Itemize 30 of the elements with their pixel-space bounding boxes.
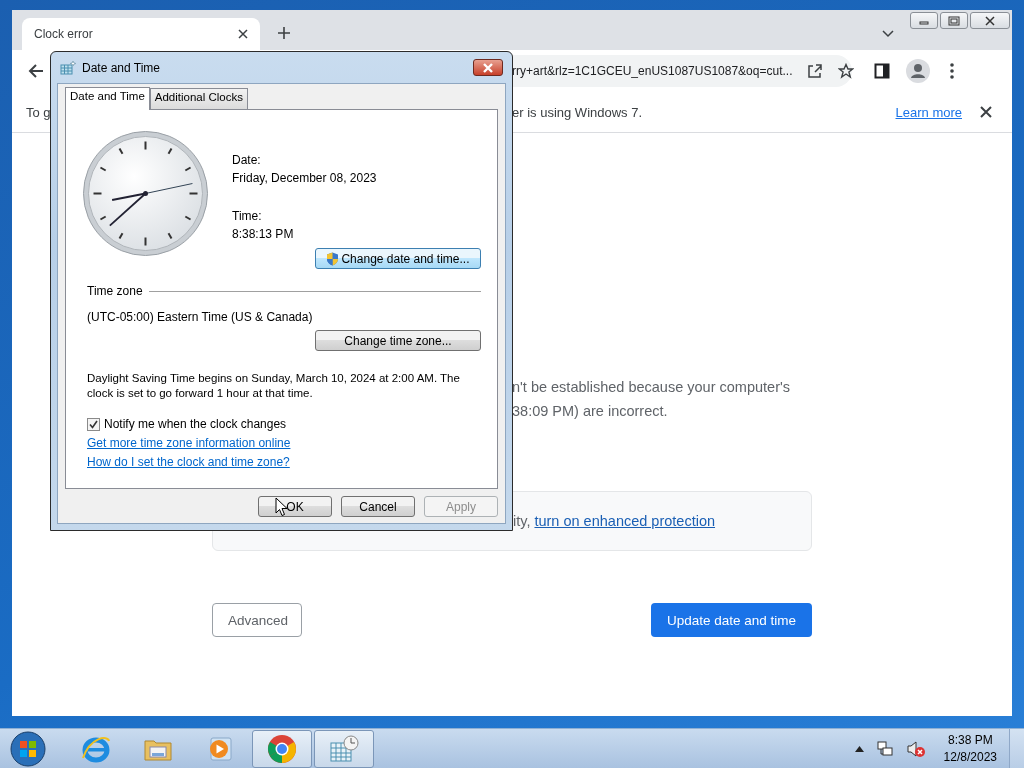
dialog-button[interactable]: Cancel xyxy=(341,496,415,517)
dialog-tab[interactable]: Additional Clocks xyxy=(149,88,248,109)
clock-date: 12/8/2023 xyxy=(943,748,997,766)
learn-more-link[interactable]: Learn more xyxy=(895,104,962,120)
dialog-tab[interactable]: Date and Time xyxy=(65,87,150,110)
date-label: Date: xyxy=(232,152,262,169)
enhanced-protection-link[interactable]: turn on enhanced protection xyxy=(534,513,716,529)
date-value: Friday, December 08, 2023 xyxy=(232,170,377,187)
advanced-button[interactable]: Advanced xyxy=(212,603,302,637)
checkbox-label[interactable]: Notify me when the clock changes xyxy=(104,417,287,431)
infobar-text: To g xyxy=(26,104,52,120)
error-text: 38:09 PM) are incorrect. xyxy=(512,402,668,421)
clock-time: 8:38 PM xyxy=(947,731,993,749)
browser-tab[interactable]: Clock error xyxy=(22,18,260,50)
time-zone-value: (UTC-05:00) Eastern Time (US & Canada) xyxy=(87,310,314,324)
time-value: 8:38:13 PM xyxy=(232,226,295,243)
update-button[interactable]: Update date and time xyxy=(650,603,812,637)
help-link[interactable]: Get more time zone information online xyxy=(87,437,481,450)
dialog-title: Date and Time xyxy=(82,60,161,75)
change-time-zone-button[interactable]: Change time zone... xyxy=(315,330,481,351)
time-label: Time: xyxy=(232,208,263,225)
notice-text: ity, xyxy=(513,513,531,529)
dialog-button[interactable]: OK xyxy=(258,496,332,517)
infobar-text: er is using Windows 7. xyxy=(512,104,643,120)
taskbar-clock[interactable]: 8:38 PM 12/8/2023 xyxy=(943,731,997,766)
error-text: n't be established because your computer's xyxy=(512,378,790,397)
help-link[interactable]: How do I set the clock and time zone? xyxy=(87,456,481,469)
change-date-time-button[interactable]: Change date and time... xyxy=(315,248,481,269)
time-zone-heading: Time zone xyxy=(87,284,143,298)
dst-note: Daylight Saving Time begins on Sunday, March 10, 2024 at 2:00 AM. The clock is set to go forward 1 hour at that time. xyxy=(87,371,461,401)
